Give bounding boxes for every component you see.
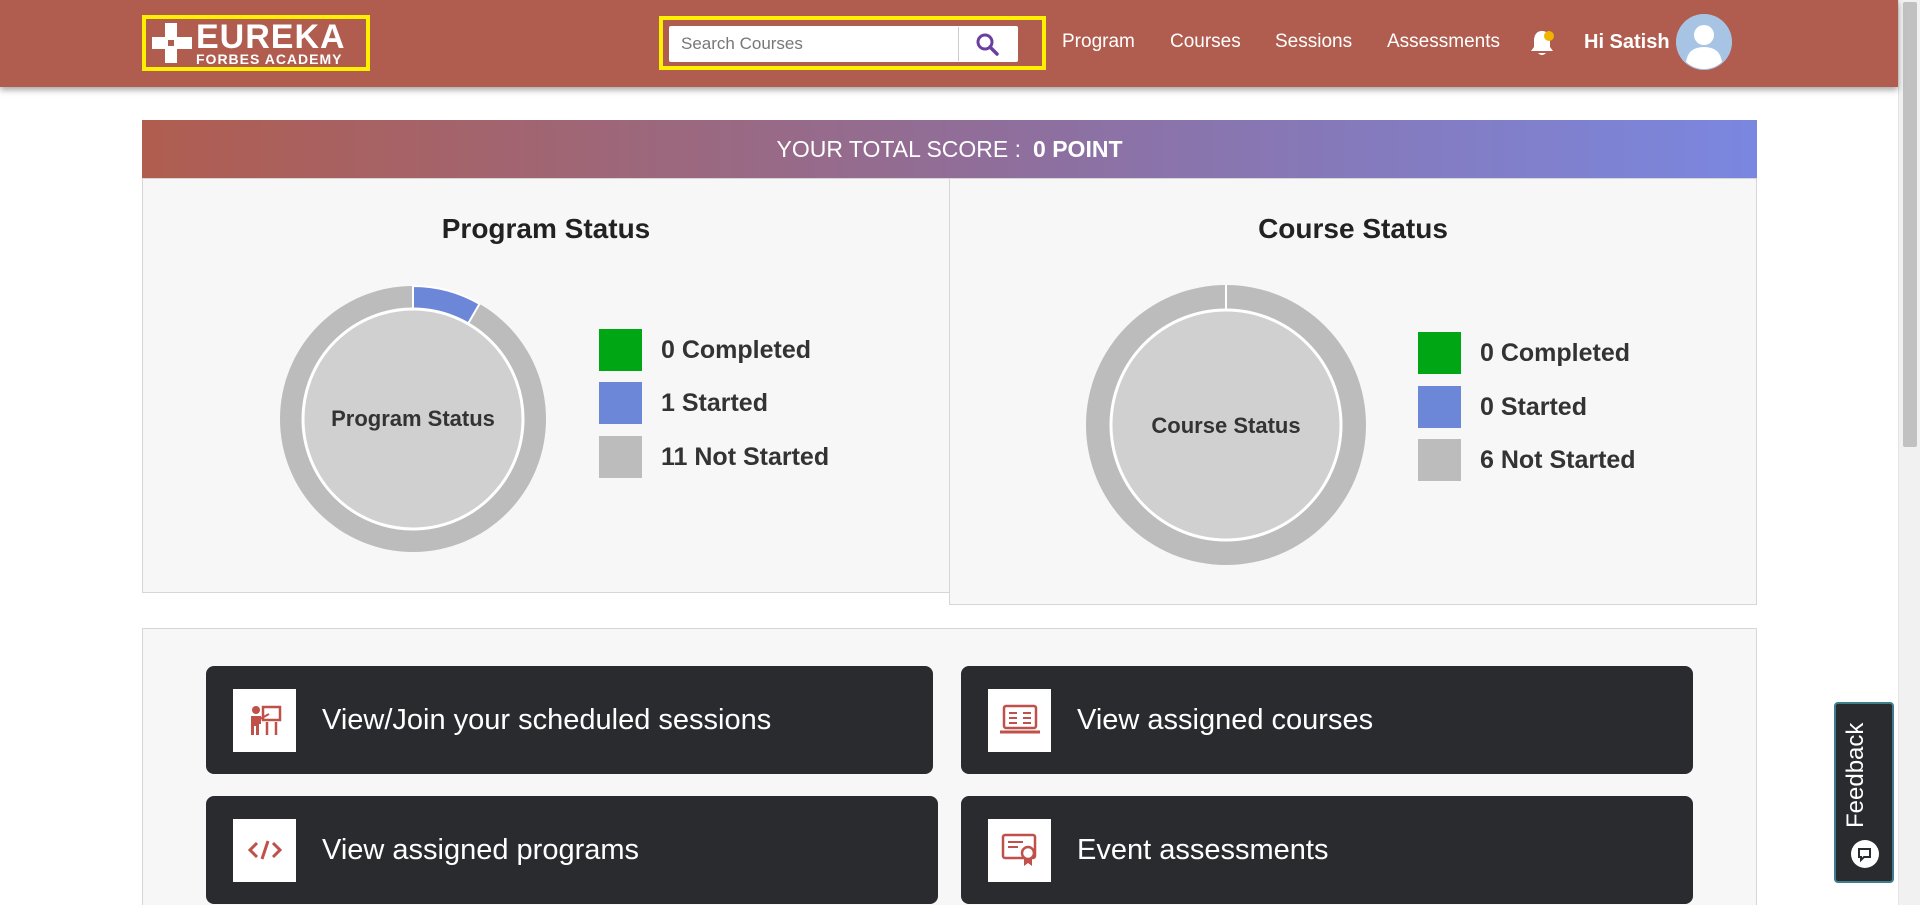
courses-link-label: View assigned courses	[1077, 703, 1374, 736]
programs-link-label: View assigned programs	[322, 833, 640, 866]
cross-logo-icon	[150, 21, 194, 65]
quick-links-panel: View/Join your scheduled sessions View a…	[142, 628, 1757, 905]
legend-completed-text: 0 Completed	[1480, 338, 1631, 367]
legend-swatch-started	[1418, 386, 1461, 428]
course-status-title: Course Status	[1258, 213, 1448, 244]
nav-assessments[interactable]: Assessments	[1387, 31, 1500, 53]
course-status-donut: Course Status	[1086, 285, 1366, 565]
program-status-title: Program Status	[441, 213, 651, 244]
legend-swatch-completed	[1418, 332, 1461, 374]
score-value: 0 POINT	[1033, 135, 1123, 162]
course-donut-label: Course Status	[1151, 413, 1300, 438]
course-book-icon	[988, 688, 1051, 752]
legend-swatch-not-started	[599, 436, 642, 478]
notification-button[interactable]	[1528, 28, 1556, 58]
user-avatar[interactable]	[1676, 14, 1732, 70]
dashboard-page: EUREKA Forbes Academy Program Courses Se…	[0, 0, 1920, 905]
scrollbar-thumb[interactable]	[1903, 2, 1917, 447]
legend-not-started: 11 Not Started	[599, 436, 829, 478]
legend-started-text: 0 Started	[1480, 392, 1587, 421]
legend-started: 1 Started	[599, 382, 768, 424]
legend-completed: 0 Completed	[599, 329, 811, 371]
user-greeting[interactable]: Hi Satish	[1584, 31, 1670, 54]
legend-started-text: 1 Started	[661, 388, 768, 417]
bell-icon	[1531, 31, 1554, 55]
presentation-icon	[233, 688, 296, 752]
feedback-label: Feedback	[1842, 722, 1869, 828]
legend-started: 0 Started	[1418, 386, 1587, 428]
legend-swatch-not-started	[1418, 439, 1461, 481]
user-avatar-icon	[1676, 14, 1732, 70]
legend-not-started-text: 11 Not Started	[661, 442, 830, 471]
eureka-logo[interactable]: EUREKA Forbes Academy	[142, 15, 370, 71]
search-container	[659, 16, 1046, 70]
sessions-link-card[interactable]: View/Join your scheduled sessions	[206, 666, 933, 774]
program-status-donut: Program Status	[280, 284, 546, 552]
course-status-panel: Course Status Course Status 0 Completed …	[949, 178, 1757, 605]
search-input[interactable]	[669, 27, 959, 61]
nav-courses[interactable]: Courses	[1170, 31, 1241, 53]
nav-sessions[interactable]: Sessions	[1275, 31, 1352, 53]
search-button[interactable]	[959, 26, 1015, 62]
logo-line1: EUREKA	[196, 18, 346, 56]
legend-swatch-completed	[599, 329, 642, 371]
assessments-link-card[interactable]: Event assessments	[961, 796, 1693, 904]
search-icon	[976, 33, 999, 56]
legend-swatch-started	[599, 382, 642, 424]
program-donut-label: Program Status	[331, 406, 495, 431]
logo-line2: Forbes Academy	[196, 51, 343, 67]
nav-program[interactable]: Program	[1062, 31, 1135, 53]
program-status-panel: Program Status Program Status 0 Complete…	[142, 178, 950, 593]
feedback-chat-icon	[1851, 840, 1879, 868]
page-scrollbar[interactable]	[1898, 0, 1920, 905]
sessions-link-label: View/Join your scheduled sessions	[322, 703, 772, 736]
programs-link-card[interactable]: View assigned programs	[206, 796, 938, 904]
code-icon	[233, 818, 296, 882]
legend-completed-text: 0 Completed	[661, 335, 812, 364]
legend-not-started-text: 6 Not Started	[1480, 445, 1636, 474]
certificate-icon	[988, 818, 1051, 882]
top-header: EUREKA Forbes Academy Program Courses Se…	[0, 0, 1898, 87]
score-label: YOUR TOTAL SCORE :	[776, 135, 1022, 162]
assessments-link-label: Event assessments	[1077, 833, 1329, 866]
feedback-tab[interactable]: Feedback	[1834, 702, 1894, 883]
total-score-banner: YOUR TOTAL SCORE : 0 POINT	[142, 120, 1757, 178]
courses-link-card[interactable]: View assigned courses	[961, 666, 1693, 774]
legend-not-started: 6 Not Started	[1418, 439, 1636, 481]
legend-completed: 0 Completed	[1418, 332, 1630, 374]
